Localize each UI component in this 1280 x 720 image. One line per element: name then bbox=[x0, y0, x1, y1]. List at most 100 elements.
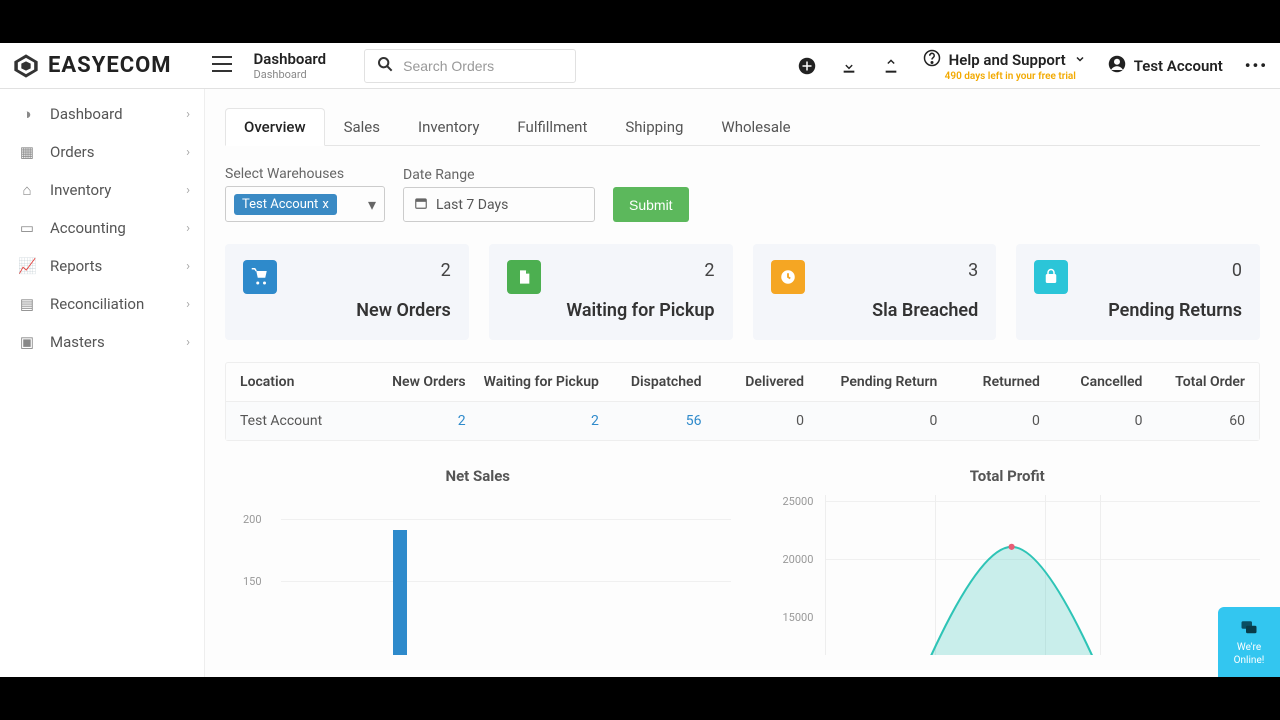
chevron-right-icon: › bbox=[186, 145, 190, 160]
return-icon bbox=[1034, 260, 1068, 294]
warehouse-label: Select Warehouses bbox=[225, 166, 385, 182]
card-label: Sla Breached bbox=[771, 300, 979, 321]
net-sales-area: 200 150 bbox=[225, 495, 731, 655]
chevron-right-icon: › bbox=[186, 335, 190, 350]
cell-pending-return: 0 bbox=[804, 413, 937, 429]
main-content: Overview Sales Inventory Fulfillment Shi… bbox=[205, 89, 1280, 677]
total-profit-chart: Total Profit 25000 20000 15000 bbox=[755, 467, 1261, 655]
filter-row: Select Warehouses Test Account x ▾ Date … bbox=[225, 166, 1260, 222]
total-profit-area: 25000 20000 15000 bbox=[755, 495, 1261, 655]
search-input-wrapper[interactable] bbox=[364, 49, 576, 83]
orders-table: Location New Orders Waiting for Pickup D… bbox=[225, 362, 1260, 441]
breadcrumb: Dashboard bbox=[254, 68, 327, 81]
sidebar-item-reports[interactable]: 📈 Reports › bbox=[0, 247, 204, 285]
card-value: 3 bbox=[968, 260, 978, 281]
chevron-down-icon bbox=[1074, 51, 1086, 69]
cell-location: Test Account bbox=[240, 413, 363, 429]
card-value: 0 bbox=[1232, 260, 1242, 281]
page-title: Dashboard bbox=[254, 50, 327, 68]
app-header: EASYECOM Dashboard Dashboard bbox=[0, 43, 1280, 89]
cell-returned: 0 bbox=[937, 413, 1040, 429]
close-icon[interactable]: x bbox=[322, 197, 328, 212]
profit-curve bbox=[825, 495, 1260, 655]
tab-overview[interactable]: Overview bbox=[225, 108, 325, 146]
date-range-label: Date Range bbox=[403, 167, 595, 183]
chevron-right-icon: › bbox=[186, 259, 190, 274]
sidebar-item-inventory[interactable]: ⌂ Inventory › bbox=[0, 171, 204, 209]
table-row: Test Account 2 2 56 0 0 0 0 60 bbox=[226, 402, 1259, 440]
card-sla-breached[interactable]: 3 Sla Breached bbox=[753, 244, 997, 340]
summary-cards: 2 New Orders 2 Waiting for Pickup bbox=[225, 244, 1260, 340]
card-value: 2 bbox=[441, 260, 451, 281]
gauge-icon: ◑ bbox=[18, 105, 36, 123]
card-label: Pending Returns bbox=[1034, 300, 1242, 321]
cell-dispatched[interactable]: 56 bbox=[599, 413, 702, 429]
date-range-input[interactable]: Last 7 Days bbox=[403, 187, 595, 222]
tab-sales[interactable]: Sales bbox=[325, 108, 399, 146]
cell-total: 60 bbox=[1142, 413, 1245, 429]
help-label: Help and Support bbox=[949, 51, 1066, 69]
card-waiting-pickup[interactable]: 2 Waiting for Pickup bbox=[489, 244, 733, 340]
sidebar-item-accounting[interactable]: ▭ Accounting › bbox=[0, 209, 204, 247]
warehouse-select[interactable]: Test Account x ▾ bbox=[225, 186, 385, 222]
more-menu[interactable]: ••• bbox=[1245, 56, 1268, 75]
tab-shipping[interactable]: Shipping bbox=[606, 108, 702, 146]
calendar-icon bbox=[414, 196, 428, 214]
download-icon[interactable] bbox=[839, 56, 859, 76]
user-icon bbox=[1108, 55, 1126, 77]
cart-icon bbox=[243, 260, 277, 294]
brand-text: EASYECOM bbox=[48, 53, 172, 78]
card-new-orders[interactable]: 2 New Orders bbox=[225, 244, 469, 340]
chat-icon bbox=[1238, 619, 1260, 640]
card-label: Waiting for Pickup bbox=[507, 300, 715, 321]
chevron-right-icon: › bbox=[186, 183, 190, 198]
tab-fulfillment[interactable]: Fulfillment bbox=[498, 108, 606, 146]
net-sales-chart: Net Sales 200 150 bbox=[225, 467, 731, 655]
sidebar-item-orders[interactable]: ▦ Orders › bbox=[0, 133, 204, 171]
search-input[interactable] bbox=[403, 58, 563, 74]
book-icon: ▭ bbox=[18, 219, 36, 237]
home-icon: ⌂ bbox=[18, 181, 36, 199]
bar-d2 bbox=[393, 530, 407, 655]
clock-icon bbox=[771, 260, 805, 294]
table-header: Location New Orders Waiting for Pickup D… bbox=[226, 363, 1259, 402]
layers-icon: ▣ bbox=[18, 333, 36, 351]
cell-new-orders[interactable]: 2 bbox=[363, 413, 466, 429]
submit-button[interactable]: Submit bbox=[613, 187, 689, 222]
help-support[interactable]: Help and Support 490 days left in your f… bbox=[923, 49, 1086, 82]
tab-bar: Overview Sales Inventory Fulfillment Shi… bbox=[225, 107, 1260, 146]
header-actions: Help and Support 490 days left in your f… bbox=[797, 49, 1268, 82]
menu-toggle[interactable] bbox=[212, 56, 232, 76]
file-icon bbox=[507, 260, 541, 294]
warehouse-chip[interactable]: Test Account x bbox=[234, 194, 337, 215]
grid-icon: ▦ bbox=[18, 143, 36, 161]
caret-down-icon: ▾ bbox=[368, 195, 376, 214]
chevron-right-icon: › bbox=[186, 107, 190, 122]
brand-logo: EASYECOM bbox=[12, 52, 172, 80]
sidebar-item-reconciliation[interactable]: ▤ Reconciliation › bbox=[0, 285, 204, 323]
help-icon bbox=[923, 49, 941, 71]
card-value: 2 bbox=[704, 260, 714, 281]
sidebar-item-dashboard[interactable]: ◑ Dashboard › bbox=[0, 95, 204, 133]
tab-inventory[interactable]: Inventory bbox=[399, 108, 498, 146]
charts-row: Net Sales 200 150 Total Profit 25000 200… bbox=[225, 467, 1260, 655]
chart-icon: 📈 bbox=[18, 257, 36, 275]
upload-icon[interactable] bbox=[881, 56, 901, 76]
account-menu[interactable]: Test Account bbox=[1108, 55, 1223, 77]
logo-icon bbox=[12, 52, 40, 80]
cell-cancelled: 0 bbox=[1040, 413, 1143, 429]
card-pending-returns[interactable]: 0 Pending Returns bbox=[1016, 244, 1260, 340]
tab-wholesale[interactable]: Wholesale bbox=[702, 108, 809, 146]
card-label: New Orders bbox=[243, 300, 451, 321]
trial-text: 490 days left in your free trial bbox=[945, 71, 1076, 82]
sidebar-item-masters[interactable]: ▣ Masters › bbox=[0, 323, 204, 361]
folder-icon: ▤ bbox=[18, 295, 36, 313]
cell-delivered: 0 bbox=[701, 413, 804, 429]
chevron-right-icon: › bbox=[186, 221, 190, 236]
account-label: Test Account bbox=[1134, 57, 1223, 75]
online-chat-badge[interactable]: We're Online! bbox=[1218, 607, 1280, 677]
sidebar: ◑ Dashboard › ▦ Orders › ⌂ Inventory › ▭… bbox=[0, 89, 205, 677]
chevron-right-icon: › bbox=[186, 297, 190, 312]
cell-waiting[interactable]: 2 bbox=[466, 413, 599, 429]
add-icon[interactable] bbox=[797, 56, 817, 76]
